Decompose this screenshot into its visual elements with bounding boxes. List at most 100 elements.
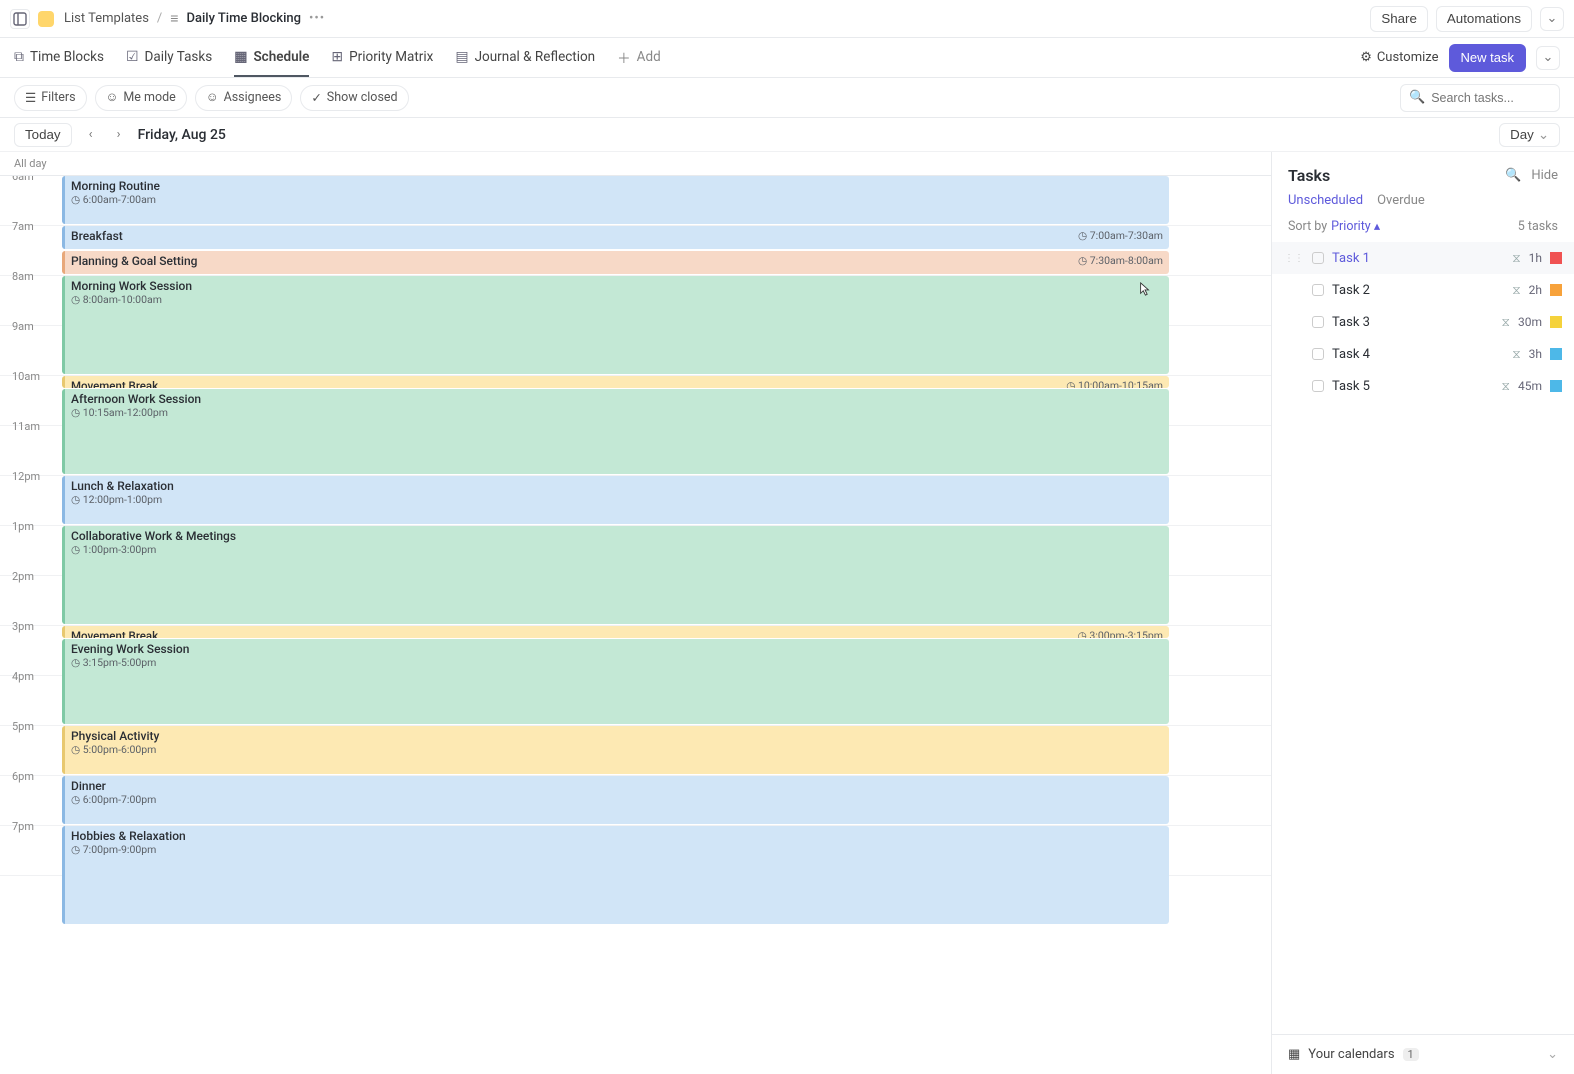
- event-title: Movement Break: [71, 629, 158, 638]
- duration-icon: ⧖: [1512, 347, 1520, 362]
- calendar-event[interactable]: Physical Activity◷ 5:00pm-6:00pm: [62, 726, 1169, 774]
- search-icon[interactable]: 🔍: [1505, 168, 1521, 183]
- your-calendars-section[interactable]: ▦ Your calendars 1 ⌄: [1272, 1034, 1574, 1074]
- event-time: ◷ 8:00am-10:00am: [71, 293, 1163, 306]
- event-time: ◷ 7:00pm-9:00pm: [71, 843, 1163, 856]
- hour-label: 8am: [12, 270, 34, 283]
- topbar: List Templates / ≡ Daily Time Blocking •…: [0, 0, 1574, 38]
- me-mode-button[interactable]: ☺Me mode: [95, 85, 187, 111]
- chevron-down-icon[interactable]: ⌄: [1536, 46, 1560, 70]
- tab-daily-tasks[interactable]: ☑Daily Tasks: [126, 38, 212, 77]
- all-day-row: All day: [0, 152, 1271, 176]
- collapse-sidebar-icon[interactable]: [10, 9, 30, 29]
- show-closed-button[interactable]: ✓Show closed: [300, 85, 408, 111]
- today-button[interactable]: Today: [14, 123, 72, 147]
- event-title: Lunch & Relaxation: [71, 479, 1163, 493]
- hour-label: 10am: [12, 370, 40, 383]
- calendar-event[interactable]: Collaborative Work & Meetings◷ 1:00pm-3:…: [62, 526, 1169, 624]
- sort-value[interactable]: Priority ▴: [1331, 218, 1380, 234]
- assignees-button[interactable]: ☺Assignees: [195, 85, 293, 111]
- priority-flag-icon: [1550, 252, 1562, 264]
- schedule-icon: ▦: [234, 49, 247, 65]
- search-input-wrap: 🔍: [1400, 84, 1560, 112]
- search-input[interactable]: [1431, 91, 1551, 105]
- priority-flag-icon: [1550, 316, 1562, 328]
- tab-overdue[interactable]: Overdue: [1377, 193, 1425, 208]
- task-row[interactable]: ⋮⋮ Task 5 ⧖ 45m: [1272, 370, 1574, 402]
- event-title: Evening Work Session: [71, 642, 1163, 656]
- task-row[interactable]: ⋮⋮ Task 4 ⧖ 3h: [1272, 338, 1574, 370]
- share-button[interactable]: Share: [1370, 6, 1428, 32]
- event-time: ◷ 6:00am-7:00am: [71, 193, 1163, 206]
- event-title: Dinner: [71, 779, 1163, 793]
- task-row[interactable]: ⋮⋮ Task 1 ⧖ 1h: [1272, 242, 1574, 274]
- task-row[interactable]: ⋮⋮ Task 3 ⧖ 30m: [1272, 306, 1574, 338]
- event-time: ◷ 10:00am-10:15am: [1066, 379, 1163, 388]
- hide-panel-button[interactable]: Hide: [1531, 168, 1558, 183]
- settings-icon: ⚙: [1360, 50, 1372, 65]
- search-icon: 🔍: [1409, 90, 1425, 105]
- task-checkbox[interactable]: [1312, 380, 1324, 392]
- calendar-event[interactable]: Lunch & Relaxation◷ 12:00pm-1:00pm: [62, 476, 1169, 524]
- event-title: Hobbies & Relaxation: [71, 829, 1163, 843]
- tab-journal-reflection[interactable]: ▤Journal & Reflection: [455, 38, 595, 77]
- calendar-event[interactable]: Afternoon Work Session◷ 10:15am-12:00pm: [62, 389, 1169, 475]
- task-checkbox[interactable]: [1312, 316, 1324, 328]
- task-checkbox[interactable]: [1312, 284, 1324, 296]
- calendar-event[interactable]: Movement Break◷ 10:00am-10:15am: [62, 376, 1169, 388]
- task-row[interactable]: ⋮⋮ Task 2 ⧖ 2h: [1272, 274, 1574, 306]
- filters-button[interactable]: ☰Filters: [14, 85, 87, 111]
- duration-icon: ⧖: [1512, 283, 1520, 298]
- hour-label: 6pm: [12, 770, 34, 783]
- task-name: Task 1: [1332, 251, 1504, 266]
- calendar-event[interactable]: Planning & Goal Setting ◷ 7:30am-8:00am: [62, 251, 1169, 274]
- dailytasks-icon: ☑: [126, 49, 139, 65]
- task-count: 5 tasks: [1518, 219, 1558, 234]
- tab-schedule[interactable]: ▦ Schedule: [234, 38, 309, 77]
- hour-label: 1pm: [12, 520, 34, 533]
- tab-label: Schedule: [253, 49, 309, 65]
- calendar-count-badge: 1: [1403, 1048, 1419, 1061]
- task-checkbox[interactable]: [1312, 252, 1324, 264]
- calendar-event[interactable]: Dinner◷ 6:00pm-7:00pm: [62, 776, 1169, 824]
- view-picker[interactable]: Day⌄: [1499, 123, 1560, 147]
- event-title: Planning & Goal Setting: [71, 254, 197, 268]
- task-duration: 1h: [1529, 251, 1542, 265]
- calendar-event[interactable]: Morning Work Session◷ 8:00am-10:00am: [62, 276, 1169, 374]
- prev-day-button[interactable]: ‹: [82, 126, 100, 144]
- calendar-event[interactable]: Movement Break ◷ 3:00pm-3:15pm: [62, 626, 1169, 638]
- calendar-event[interactable]: Morning Routine◷ 6:00am-7:00am: [62, 176, 1169, 224]
- more-menu-icon[interactable]: •••: [309, 11, 325, 26]
- next-day-button[interactable]: ›: [110, 126, 128, 144]
- tab-label: Priority Matrix: [349, 49, 433, 65]
- add-view-button[interactable]: ＋ Add: [617, 38, 661, 77]
- plus-icon: ＋: [617, 47, 631, 67]
- hour-label: 7pm: [12, 820, 34, 833]
- drag-handle-icon[interactable]: ⋮⋮: [1284, 253, 1304, 264]
- customize-button[interactable]: ⚙ Customize: [1360, 50, 1438, 65]
- event-time: ◷ 12:00pm-1:00pm: [71, 493, 1163, 506]
- new-task-button[interactable]: New task: [1449, 44, 1526, 72]
- event-time: ◷ 1:00pm-3:00pm: [71, 543, 1163, 556]
- task-name: Task 2: [1332, 283, 1504, 298]
- breadcrumb-current[interactable]: Daily Time Blocking: [186, 11, 301, 26]
- event-time: ◷ 7:00am-7:30am: [1078, 229, 1163, 242]
- tab-unscheduled[interactable]: Unscheduled: [1288, 193, 1363, 208]
- priority-flag-icon: [1550, 348, 1562, 360]
- tab-priority-matrix[interactable]: ⊞Priority Matrix: [331, 38, 433, 77]
- event-time: ◷ 7:30am-8:00am: [1078, 254, 1163, 267]
- breadcrumb-parent[interactable]: List Templates: [64, 11, 149, 26]
- task-duration: 2h: [1529, 283, 1542, 297]
- event-title: Breakfast: [71, 229, 123, 243]
- hour-label: 4pm: [12, 670, 34, 683]
- calendar-event[interactable]: Breakfast ◷ 7:00am-7:30am: [62, 226, 1169, 249]
- chevron-down-icon[interactable]: ⌄: [1540, 7, 1564, 31]
- tab-time-blocks[interactable]: ⧉Time Blocks: [14, 38, 104, 77]
- calendar-event[interactable]: Evening Work Session◷ 3:15pm-5:00pm: [62, 639, 1169, 725]
- task-checkbox[interactable]: [1312, 348, 1324, 360]
- event-title: Afternoon Work Session: [71, 392, 1163, 406]
- calendar-event[interactable]: Hobbies & Relaxation◷ 7:00pm-9:00pm: [62, 826, 1169, 924]
- event-time: ◷ 3:00pm-3:15pm: [1078, 629, 1163, 638]
- automations-button[interactable]: Automations: [1436, 6, 1532, 32]
- event-title: Morning Work Session: [71, 279, 1163, 293]
